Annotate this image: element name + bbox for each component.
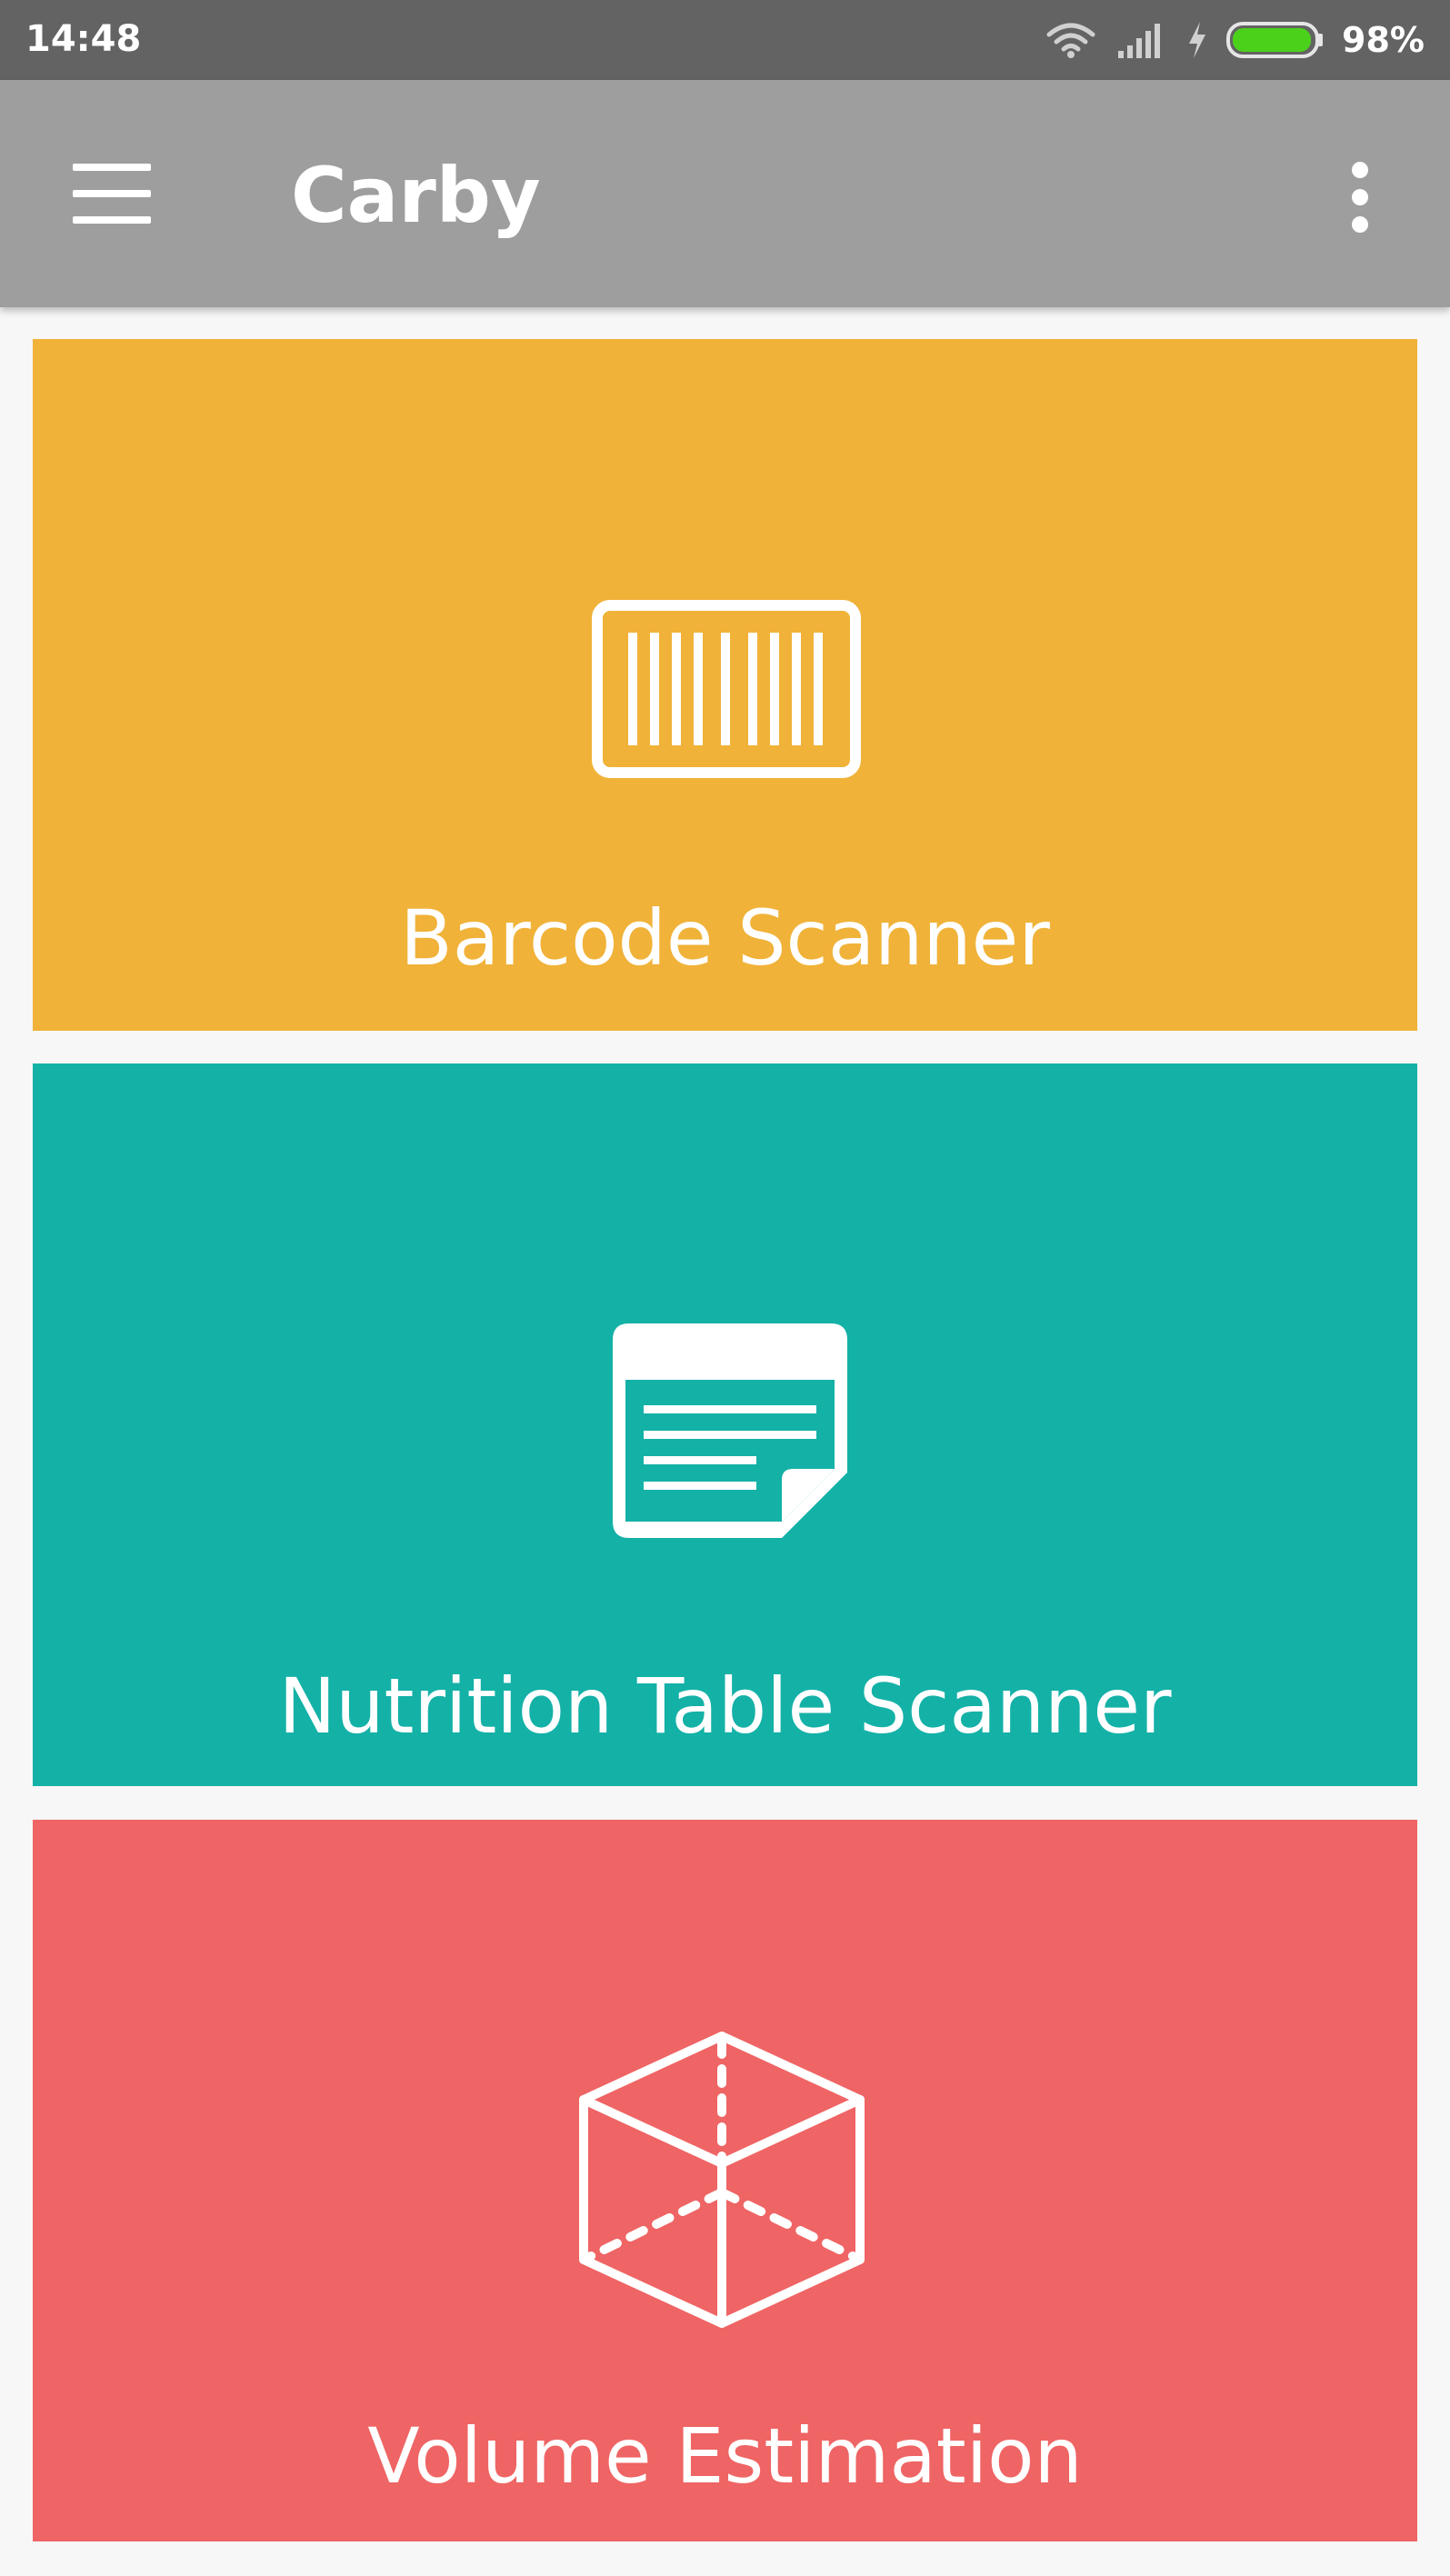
barcode-scanner-card[interactable]: Barcode Scanner: [33, 339, 1417, 1031]
more-vert-icon[interactable]: [1345, 162, 1375, 235]
hamburger-menu-icon[interactable]: [73, 164, 151, 224]
document-icon: [613, 1323, 847, 1538]
app-title: Carby: [291, 151, 541, 240]
charging-icon: [1189, 22, 1206, 58]
status-time: 14:48: [25, 18, 142, 60]
signal-icon: [1118, 24, 1161, 58]
volume-estimation-card[interactable]: Volume Estimation: [33, 1820, 1417, 2541]
app-bar: Carby: [0, 80, 1450, 307]
volume-estimation-label: Volume Estimation: [367, 2411, 1083, 2501]
cube-icon: [579, 2032, 865, 2328]
wifi-icon: [1046, 23, 1095, 58]
battery-icon: [1226, 22, 1324, 58]
nutrition-table-scanner-label: Nutrition Table Scanner: [278, 1662, 1172, 1751]
nutrition-table-scanner-card[interactable]: Nutrition Table Scanner: [33, 1063, 1417, 1786]
barcode-icon: [592, 600, 861, 778]
battery-percent: 98%: [1342, 20, 1425, 60]
status-bar: 14:48 98%: [0, 0, 1450, 80]
barcode-scanner-label: Barcode Scanner: [400, 894, 1050, 983]
status-icons: 98%: [1044, 13, 1425, 67]
